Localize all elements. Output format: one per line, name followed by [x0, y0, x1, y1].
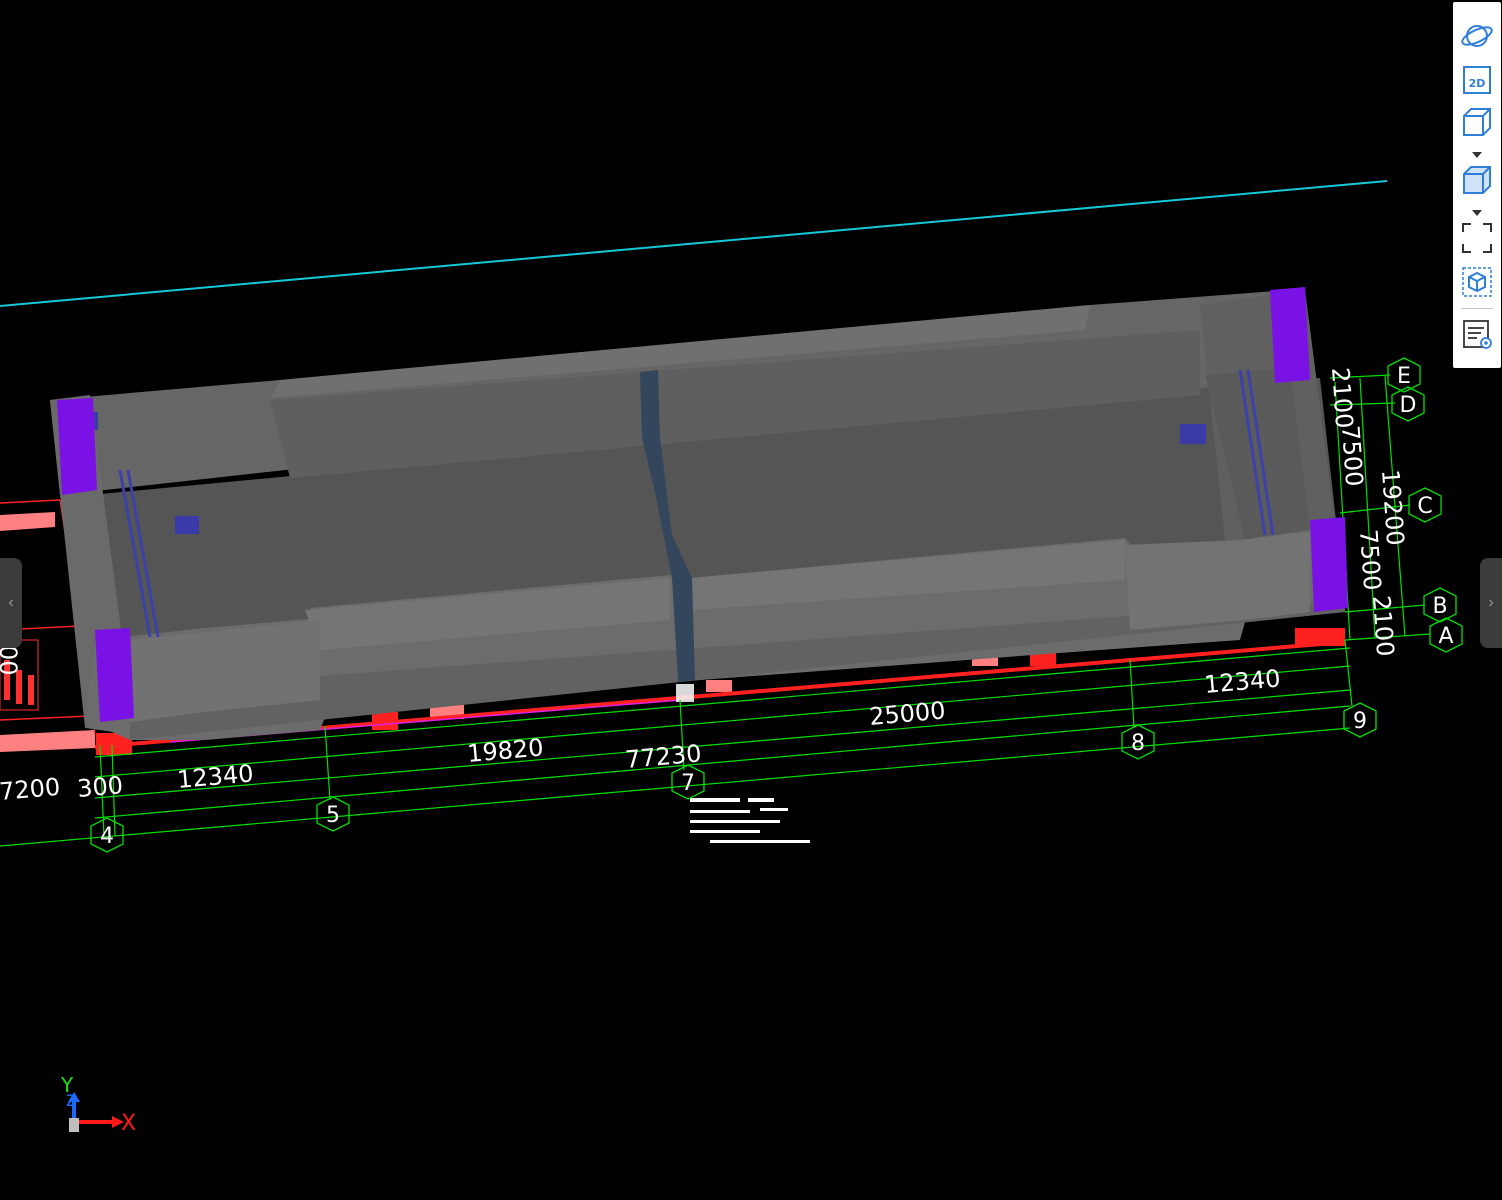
- 2d-view-button[interactable]: 2D: [1459, 62, 1495, 98]
- wireframe-cube-icon: [1463, 108, 1491, 136]
- property-list-icon: [1463, 320, 1492, 349]
- left-panel-toggle[interactable]: ‹: [0, 558, 22, 648]
- fit-view-button[interactable]: [1459, 220, 1495, 256]
- property-list-button[interactable]: [1459, 316, 1495, 352]
- orbit-icon: [1461, 25, 1493, 47]
- svg-text:2D: 2D: [1469, 77, 1486, 90]
- view-toolbar: 2D: [1453, 2, 1501, 368]
- caret-down-icon: [1472, 152, 1482, 158]
- wireframe-view-button[interactable]: [1459, 104, 1495, 140]
- caret-down-icon: [1472, 210, 1482, 216]
- right-panel-toggle[interactable]: ›: [1480, 558, 1502, 648]
- wireframe-view-dropdown[interactable]: [1471, 147, 1483, 158]
- chevron-left-icon: ‹: [8, 594, 14, 611]
- corner-column: [95, 628, 134, 722]
- shaded-cube-icon: [1463, 166, 1491, 194]
- orbit-button[interactable]: [1459, 18, 1495, 54]
- shaded-view-dropdown[interactable]: [1471, 205, 1483, 216]
- corner-column: [1270, 287, 1310, 383]
- 3d-viewport[interactable]: 12340 19820 25000 12340 77230 7200 300 0…: [0, 0, 1502, 1200]
- toolbar-separator: [1461, 308, 1493, 309]
- chevron-right-icon: ›: [1488, 594, 1494, 611]
- corner-column: [1310, 517, 1348, 612]
- section-box-button[interactable]: [1459, 264, 1495, 300]
- model-scene[interactable]: [0, 0, 1502, 1200]
- corner-column: [57, 398, 97, 495]
- reference-line: [0, 180, 1388, 307]
- 2d-view-icon: 2D: [1463, 66, 1491, 94]
- drawing-legend: [690, 798, 810, 843]
- fit-view-icon: [1462, 223, 1492, 253]
- shaded-view-button[interactable]: [1459, 162, 1495, 198]
- foundation-pit-model[interactable]: [50, 287, 1348, 740]
- section-box-icon: [1462, 267, 1492, 297]
